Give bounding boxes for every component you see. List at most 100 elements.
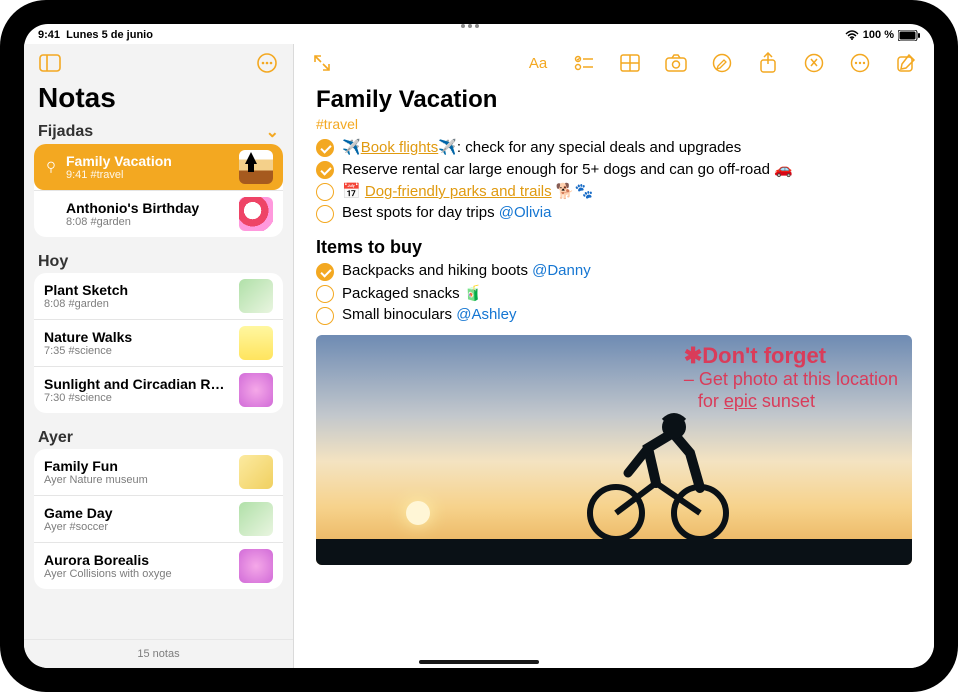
note-body[interactable]: Family Vacation #travel ✈️Book flights✈️… — [294, 82, 934, 668]
checklist-item[interactable]: Packaged snacks 🧃 — [316, 284, 912, 303]
mention[interactable]: @Olivia — [499, 204, 552, 221]
checkbox-icon[interactable] — [316, 183, 334, 201]
checklist-item[interactable]: ✈️Book flights✈️: check for any special … — [316, 138, 912, 157]
note-subtitle: Ayer Collisions with oxyge — [44, 568, 231, 580]
checkbox-icon[interactable] — [316, 263, 334, 281]
note-row[interactable]: Family Fun Ayer Nature museum — [34, 449, 283, 495]
list-group-yesterday: Family Fun Ayer Nature museum Game Day A… — [34, 449, 283, 589]
note-subtitle: 7:30 #science — [44, 392, 231, 404]
note-row[interactable]: Aurora Borealis Ayer Collisions with oxy… — [34, 542, 283, 589]
note-title: Nature Walks — [44, 329, 231, 345]
chevron-down-icon: ⌄ — [266, 122, 279, 142]
checkbox-icon[interactable] — [316, 307, 334, 325]
note-subtitle: 9:41 #travel — [66, 169, 231, 181]
markup-icon[interactable] — [708, 49, 736, 77]
sidebar-title: Notas — [24, 82, 293, 118]
section-heading: Items to buy — [316, 237, 912, 258]
thumbnail — [239, 373, 273, 407]
checkbox-icon[interactable] — [316, 139, 334, 157]
link[interactable]: Book flights — [361, 139, 439, 156]
camera-icon[interactable] — [662, 49, 690, 77]
note-title: Family Fun — [44, 458, 231, 474]
text: Packaged snacks 🧃 — [342, 284, 482, 302]
checkbox-icon[interactable] — [316, 285, 334, 303]
list-group-today: Plant Sketch 8:08 #garden Nature Walks 7… — [34, 273, 283, 413]
more-options-icon[interactable] — [253, 49, 281, 77]
note-row[interactable]: Plant Sketch 8:08 #garden — [34, 273, 283, 319]
note-row[interactable]: Anthonio's Birthday 8:08 #garden — [34, 190, 283, 237]
link[interactable]: Dog-friendly parks and trails — [365, 183, 552, 200]
note-subtitle: 8:08 #garden — [66, 216, 231, 228]
expand-icon[interactable] — [308, 49, 336, 77]
note-subtitle: Ayer Nature museum — [44, 474, 231, 486]
section-header-label: Ayer — [38, 429, 73, 447]
thumbnail — [239, 502, 273, 536]
text: ✈️: check for any special deals and upgr… — [438, 139, 741, 156]
sidebar-footer: 15 notas — [24, 639, 293, 668]
hand-line: – Get photo at this location — [684, 369, 898, 391]
thumbnail — [239, 197, 273, 231]
sidebar-toolbar — [24, 44, 293, 82]
note-tag[interactable]: #travel — [316, 116, 912, 132]
checklist-item[interactable]: Best spots for day trips @Olivia — [316, 204, 912, 223]
status-date: Lunes 5 de junio — [66, 29, 153, 41]
checklist-item[interactable]: Reserve rental car large enough for 5+ d… — [316, 160, 912, 179]
text: Best spots for day trips — [342, 204, 499, 221]
sidebar-toggle-icon[interactable] — [36, 49, 64, 77]
checkbox-icon[interactable] — [316, 205, 334, 223]
note-title: Sunlight and Circadian Rhy… — [44, 376, 231, 392]
sidebar-scroll[interactable]: Fijadas ⌄ Family Vacation 9:41 #travel — [24, 118, 293, 639]
note-title: Family Vacation — [66, 153, 231, 169]
cyclist-silhouette — [578, 393, 738, 543]
thumbnail — [239, 455, 273, 489]
text: 🐕🐾 — [552, 183, 594, 200]
note-subtitle: 8:08 #garden — [44, 298, 231, 310]
checkbox-icon[interactable] — [316, 161, 334, 179]
section-header-yesterday: Ayer — [24, 425, 293, 449]
share-icon[interactable] — [754, 49, 782, 77]
section-header-label: Fijadas — [38, 123, 93, 141]
multitask-dots-icon[interactable] — [461, 24, 497, 29]
screen: 9:41 Lunes 5 de junio 100 % — [24, 24, 934, 668]
sidebar: Notas Fijadas ⌄ Family Vacation 9:41 #tr… — [24, 44, 294, 668]
thumbnail — [239, 549, 273, 583]
app-notes: Notas Fijadas ⌄ Family Vacation 9:41 #tr… — [24, 44, 934, 668]
device-frame: 9:41 Lunes 5 de junio 100 % — [0, 0, 958, 692]
mention[interactable]: @Ashley — [456, 306, 516, 323]
battery-icon — [898, 30, 920, 41]
tag-icon[interactable] — [800, 49, 828, 77]
hand-line: ✱Don't forget — [684, 343, 898, 369]
note-row[interactable]: Nature Walks 7:35 #science — [34, 319, 283, 366]
more-icon[interactable] — [846, 49, 874, 77]
thumbnail — [239, 326, 273, 360]
checklist-item[interactable]: Backpacks and hiking boots @Danny — [316, 262, 912, 281]
attached-photo[interactable]: ✱Don't forget – Get photo at this locati… — [316, 335, 912, 565]
status-time: 9:41 — [38, 29, 60, 41]
note-title: Game Day — [44, 505, 231, 521]
text: ✈️ — [342, 139, 361, 156]
note-subtitle: Ayer #soccer — [44, 521, 231, 533]
pin-icon — [44, 160, 58, 174]
note-title: Anthonio's Birthday — [66, 200, 231, 216]
note-row[interactable]: Family Vacation 9:41 #travel — [34, 144, 283, 190]
note-title: Plant Sketch — [44, 282, 231, 298]
note-row[interactable]: Game Day Ayer #soccer — [34, 495, 283, 542]
note-row[interactable]: Sunlight and Circadian Rhy… 7:30 #scienc… — [34, 366, 283, 413]
note-editor: Aa Family Vacation #travel ✈️Book fl — [294, 44, 934, 668]
list-group-pinned: Family Vacation 9:41 #travel Anthonio's … — [34, 144, 283, 237]
checklist-item[interactable]: Small binoculars @Ashley — [316, 306, 912, 325]
home-indicator[interactable] — [419, 660, 539, 664]
status-right: 100 % — [845, 29, 920, 41]
mention[interactable]: @Danny — [532, 262, 591, 279]
table-icon[interactable] — [616, 49, 644, 77]
format-icon[interactable]: Aa — [524, 49, 552, 77]
compose-icon[interactable] — [892, 49, 920, 77]
checklist-icon[interactable] — [570, 49, 598, 77]
hand-line: for epic sunset — [684, 391, 898, 413]
section-header-today: Hoy — [24, 249, 293, 273]
checklist-item[interactable]: 📅 Dog-friendly parks and trails 🐕🐾 — [316, 182, 912, 201]
thumbnail — [239, 279, 273, 313]
note-title: Aurora Borealis — [44, 552, 231, 568]
section-header-pinned[interactable]: Fijadas ⌄ — [24, 118, 293, 144]
section-header-label: Hoy — [38, 253, 68, 271]
